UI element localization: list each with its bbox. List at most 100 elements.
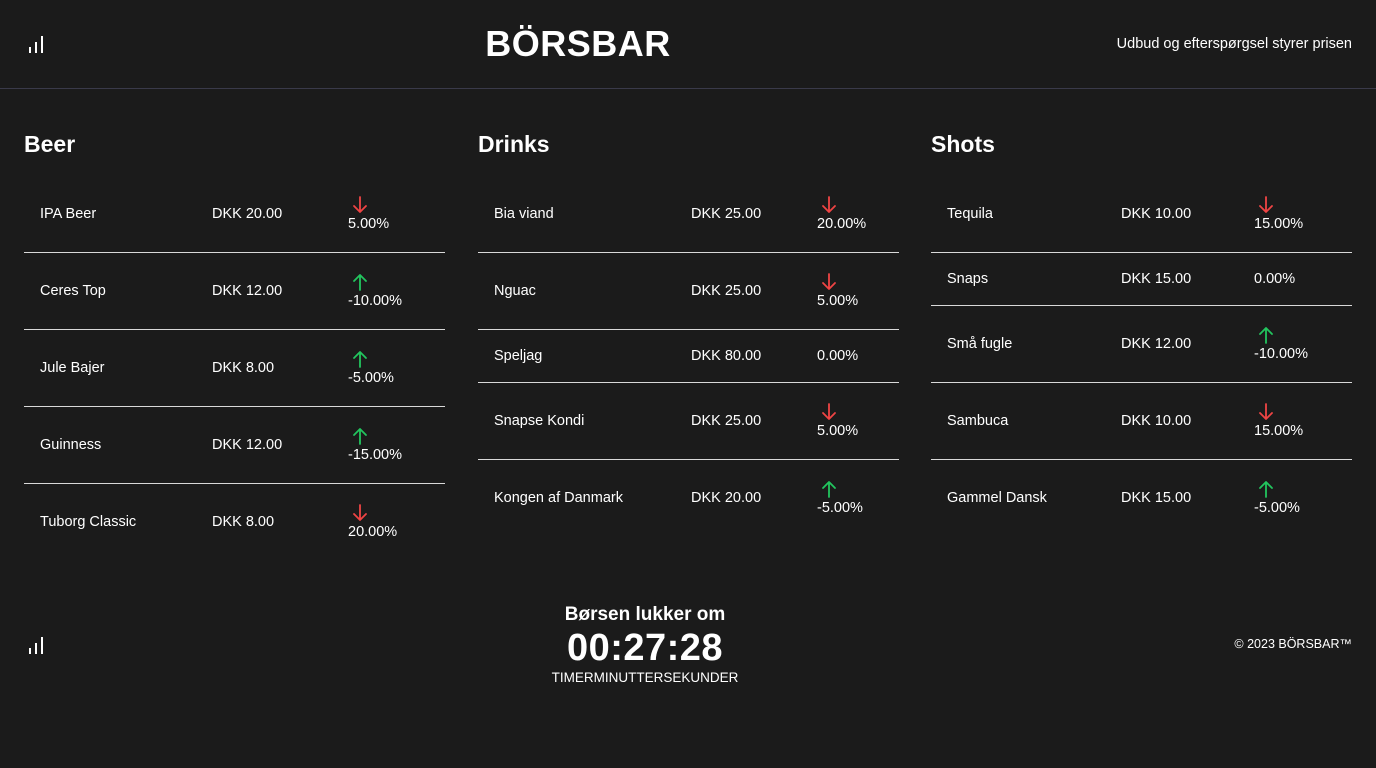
change-percent: -10.00%	[348, 293, 403, 309]
down-arrow-icon	[353, 504, 367, 521]
price-change: 0.00%	[1254, 271, 1295, 287]
change-percent: 20.00%	[348, 524, 398, 540]
item-name: Tequila	[947, 206, 993, 222]
list-item[interactable]: Kongen af Danmark DKK 20.00 -5.00%	[478, 460, 899, 536]
category-title: Shots	[931, 131, 995, 157]
up-arrow-icon	[822, 481, 836, 498]
list-item[interactable]: Snapse Kondi DKK 25.00 5.00%	[478, 383, 899, 460]
change-percent: 5.00%	[817, 293, 859, 309]
change-percent: 0.00%	[817, 348, 859, 364]
item-price: DKK 25.00	[691, 283, 762, 299]
item-price: DKK 20.00	[691, 490, 762, 506]
item-name: Gammel Dansk	[947, 490, 1047, 506]
list-item[interactable]: Speljag DKK 80.00 0.00%	[478, 330, 899, 383]
item-price: DKK 15.00	[1121, 271, 1192, 287]
list-item[interactable]: Nguac DKK 25.00 5.00%	[478, 253, 899, 330]
countdown-value: 00:27:28	[566, 627, 724, 669]
brand-title[interactable]: BÖRSBAR	[0, 22, 1156, 66]
price-change: 15.00%	[1254, 196, 1303, 232]
item-price: DKK 10.00	[1121, 206, 1192, 222]
down-arrow-icon	[822, 273, 836, 290]
price-change: 20.00%	[817, 196, 866, 232]
down-arrow-icon	[1259, 403, 1273, 420]
change-percent: 0.00%	[1254, 271, 1296, 287]
item-price: DKK 12.00	[1121, 336, 1192, 352]
item-name: Sambuca	[947, 413, 1009, 429]
price-change: 0.00%	[817, 348, 858, 364]
change-percent: 15.00%	[1254, 423, 1304, 439]
item-price: DKK 8.00	[212, 514, 275, 530]
item-name: Nguac	[494, 283, 536, 299]
category-title: Drinks	[478, 131, 550, 157]
price-change: 20.00%	[348, 504, 397, 540]
item-name: Speljag	[494, 348, 543, 364]
list-item[interactable]: Sambuca DKK 10.00 15.00%	[931, 383, 1352, 460]
list-item[interactable]: Tuborg Classic DKK 8.00 20.00%	[24, 484, 445, 560]
change-percent: -5.00%	[348, 370, 394, 386]
change-percent: -5.00%	[817, 500, 863, 516]
list-item[interactable]: IPA Beer DKK 20.00 5.00%	[24, 176, 445, 253]
item-price: DKK 15.00	[1121, 490, 1192, 506]
category-title: Beer	[24, 131, 76, 157]
item-name: IPA Beer	[40, 206, 97, 222]
item-name: Snaps	[947, 271, 989, 287]
item-price: DKK 8.00	[212, 360, 275, 376]
price-change: -5.00%	[348, 350, 394, 386]
price-change: 5.00%	[817, 273, 858, 309]
item-list: Bia viand DKK 25.00 20.00% Nguac DKK 25.00 5.…	[478, 176, 899, 536]
countdown-units: TIMERMINUTTERSEKUNDER	[551, 670, 739, 685]
item-price: DKK 25.00	[691, 413, 762, 429]
list-item[interactable]: Tequila DKK 10.00 15.00%	[931, 176, 1352, 253]
item-name: Tuborg Classic	[40, 514, 137, 530]
down-arrow-icon	[353, 196, 367, 213]
up-arrow-icon	[353, 351, 367, 368]
price-change: -10.00%	[348, 273, 402, 309]
price-change: -10.00%	[1254, 326, 1308, 362]
down-arrow-icon	[822, 196, 836, 213]
list-item[interactable]: Små fugle DKK 12.00 -10.00%	[931, 306, 1352, 383]
item-name: Guinness	[40, 437, 102, 453]
change-percent: 5.00%	[817, 423, 859, 439]
list-item[interactable]: Guinness DKK 12.00 -15.00%	[24, 407, 445, 484]
item-price: DKK 25.00	[691, 206, 762, 222]
copyright: © 2023 BÖRSBAR™	[1234, 637, 1352, 651]
category-drinks: Drinks Bia viand DKK 25.00 20.00% Nguac DKK 2…	[478, 128, 899, 516]
price-change: 5.00%	[817, 403, 858, 439]
up-arrow-icon	[1259, 327, 1273, 344]
list-item[interactable]: Jule Bajer DKK 8.00 -5.00%	[24, 330, 445, 407]
list-item[interactable]: Snaps DKK 15.00 0.00%	[931, 253, 1352, 306]
tagline: Udbud og efterspørgsel styrer prisen	[1116, 36, 1352, 52]
item-list: Tequila DKK 10.00 15.00% Snaps DKK 15.00 0.00…	[931, 176, 1352, 536]
price-change: 15.00%	[1254, 403, 1303, 439]
item-name: Små fugle	[947, 336, 1013, 352]
item-name: Jule Bajer	[40, 360, 105, 376]
list-item[interactable]: Bia viand DKK 25.00 20.00%	[478, 176, 899, 253]
change-percent: 5.00%	[348, 216, 390, 232]
countdown-label: Børsen lukker om	[564, 604, 726, 625]
down-arrow-icon	[822, 403, 836, 420]
item-price: DKK 10.00	[1121, 413, 1192, 429]
change-percent: 20.00%	[817, 216, 867, 232]
category-shots: Shots Tequila DKK 10.00 15.00% Snaps DKK 15.0…	[931, 128, 1352, 516]
change-percent: -5.00%	[1254, 500, 1300, 516]
price-change: -15.00%	[348, 427, 402, 463]
change-percent: -10.00%	[1254, 346, 1309, 362]
list-item[interactable]: Gammel Dansk DKK 15.00 -5.00%	[931, 460, 1352, 536]
item-name: Kongen af Danmark	[494, 490, 623, 506]
header: BÖRSBAR Udbud og efterspørgsel styrer pr…	[0, 0, 1376, 89]
price-change: -5.00%	[1254, 480, 1300, 516]
item-price: DKK 12.00	[212, 283, 283, 299]
category-beer: Beer IPA Beer DKK 20.00 5.00% Ceres Top DKK 1…	[24, 128, 445, 540]
price-change: -5.00%	[817, 480, 863, 516]
up-arrow-icon	[353, 274, 367, 291]
down-arrow-icon	[1259, 196, 1273, 213]
up-arrow-icon	[353, 428, 367, 445]
item-price: DKK 12.00	[212, 437, 283, 453]
up-arrow-icon	[1259, 481, 1273, 498]
item-name: Bia viand	[494, 206, 554, 222]
list-item[interactable]: Ceres Top DKK 12.00 -10.00%	[24, 253, 445, 330]
item-list: IPA Beer DKK 20.00 5.00% Ceres Top DKK 12.00…	[24, 176, 445, 560]
change-percent: -15.00%	[348, 447, 403, 463]
item-price: DKK 80.00	[691, 348, 762, 364]
change-percent: 15.00%	[1254, 216, 1304, 232]
